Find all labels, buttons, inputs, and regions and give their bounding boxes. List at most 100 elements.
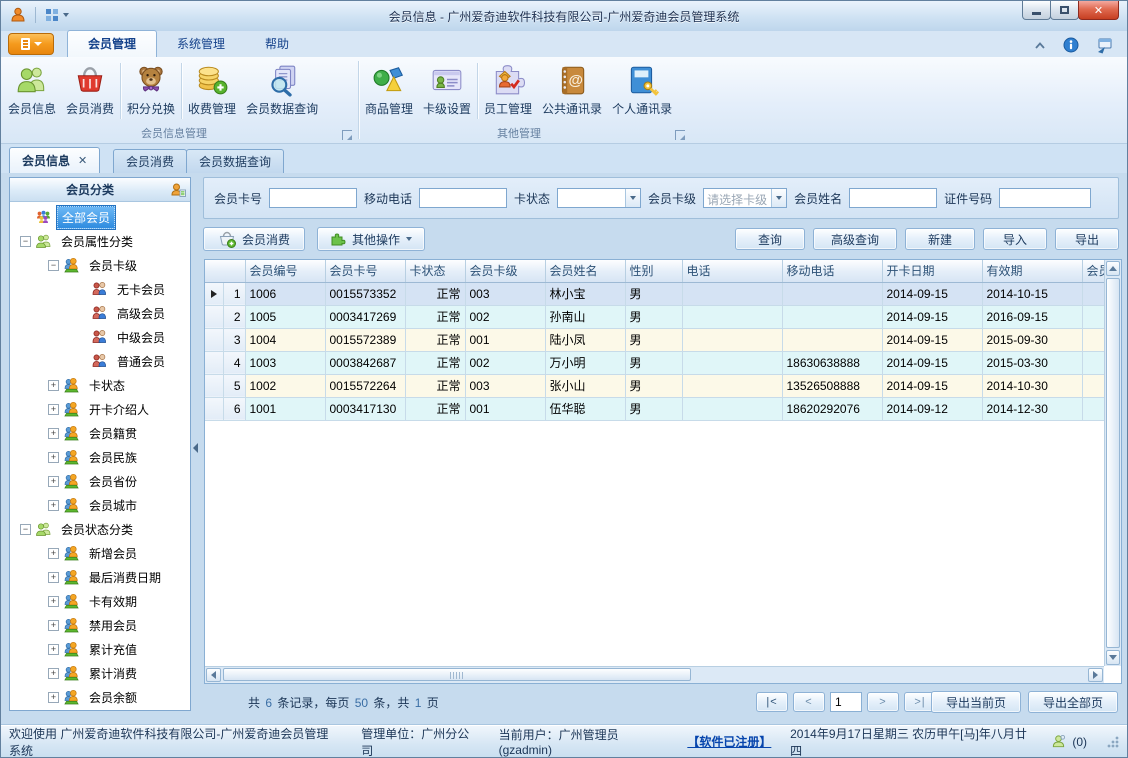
tree-item[interactable]: + 累计消费 <box>10 661 190 685</box>
tree-item[interactable]: 高级会员 <box>10 301 190 325</box>
column-header[interactable]: 电话 <box>682 260 783 283</box>
collapse-node-icon[interactable]: − <box>20 523 31 535</box>
scroll-left-icon[interactable] <box>206 668 221 682</box>
scroll-down-icon[interactable] <box>1106 650 1120 665</box>
column-header[interactable]: 移动电话 <box>782 260 883 283</box>
expand-node-icon[interactable]: + <box>48 451 59 463</box>
expand-node-icon[interactable]: + <box>48 643 59 655</box>
mobile-input[interactable] <box>419 188 508 208</box>
ribbon-tab-member[interactable]: 会员管理 <box>67 30 158 57</box>
column-header[interactable]: 有效期 <box>982 260 1083 283</box>
tree-item[interactable]: + 最后消费日期 <box>10 565 190 589</box>
category-manage-icon[interactable] <box>170 182 186 198</box>
tree-item[interactable]: − 会员状态分类 <box>10 517 190 541</box>
table-row[interactable]: 3 1004 0015572389 正常 001 陆小凤男 2014-09-15 2015-0… <box>205 328 1104 352</box>
table-row[interactable]: 1 1006 0015573352 正常 003 林小宝男 2014-09-15 2014-1… <box>205 282 1104 306</box>
info-icon[interactable] <box>1063 37 1079 53</box>
expand-node-icon[interactable]: + <box>48 571 59 583</box>
dialog-launcher-icon[interactable] <box>342 130 352 140</box>
doc-tab-member-data-query[interactable]: 会员数据查询 <box>186 149 285 173</box>
column-header[interactable]: 会员姓名 <box>545 260 626 283</box>
expand-node-icon[interactable]: + <box>48 403 59 415</box>
dialog-launcher-icon[interactable] <box>675 130 685 140</box>
tree-item[interactable]: + 卡有效期 <box>10 589 190 613</box>
table-row[interactable]: 5 1002 0015572264 正常 003 张小山男 13526508888 2014-… <box>205 374 1104 398</box>
ribbon-button-member-consume[interactable]: 会员消费 <box>61 59 119 123</box>
column-header[interactable]: 会员 <box>1082 260 1104 283</box>
collapse-ribbon-icon[interactable] <box>1033 39 1047 51</box>
tree-item[interactable]: + 禁用会员 <box>10 613 190 637</box>
expand-node-icon[interactable]: + <box>48 379 59 391</box>
tree-item[interactable]: 无卡会员 <box>10 277 190 301</box>
ribbon-tab-system[interactable]: 系统管理 <box>157 31 245 57</box>
column-header[interactable]: 会员卡级 <box>465 260 546 283</box>
tree-item[interactable]: + 会员民族 <box>10 445 190 469</box>
tree-item[interactable]: + 会员余额 <box>10 685 190 709</box>
ribbon-tab-help[interactable]: 帮助 <box>245 31 309 57</box>
table-row[interactable]: 2 1005 0003417269 正常 002 孙南山男 2014-09-15 2016-0… <box>205 305 1104 329</box>
expand-node-icon[interactable]: + <box>48 691 59 703</box>
advanced-query-button[interactable]: 高级查询 <box>813 228 897 250</box>
expand-node-icon[interactable]: + <box>48 595 59 607</box>
import-button[interactable]: 导入 <box>983 228 1047 250</box>
export-current-page-button[interactable]: 导出当前页 <box>930 691 1021 713</box>
column-header[interactable]: 性别 <box>625 260 683 283</box>
ribbon-button-fee-management[interactable]: 收费管理 <box>183 59 241 123</box>
expand-node-icon[interactable]: + <box>48 427 59 439</box>
tree-item[interactable]: − 会员属性分类 <box>10 229 190 253</box>
doc-tab-member-consume[interactable]: 会员消费 <box>113 149 188 173</box>
column-header[interactable]: 卡状态 <box>405 260 466 283</box>
column-header[interactable]: 开卡日期 <box>882 260 983 283</box>
tree-item[interactable]: + 开卡介绍人 <box>10 397 190 421</box>
tree-item[interactable]: 普通会员 <box>10 349 190 373</box>
card-level-select[interactable]: 请选择卡级 <box>703 188 788 208</box>
column-header[interactable]: 会员编号 <box>245 260 326 283</box>
scroll-up-icon[interactable] <box>1106 261 1120 276</box>
resize-grip[interactable] <box>1107 735 1119 748</box>
tree-item[interactable]: 中级会员 <box>10 325 190 349</box>
query-button[interactable]: 查询 <box>735 228 805 250</box>
vertical-scroll-thumb[interactable] <box>1106 278 1120 648</box>
ribbon-button-staff-management[interactable]: 员工管理 <box>479 59 537 123</box>
ribbon-button-card-level-settings[interactable]: 卡级设置 <box>418 59 476 123</box>
tree-item[interactable]: + 新增会员 <box>10 541 190 565</box>
page-number-input[interactable] <box>830 692 862 712</box>
member-name-input[interactable] <box>849 188 938 208</box>
expand-node-icon[interactable]: + <box>48 547 59 559</box>
first-page-button[interactable]: |< <box>756 692 788 712</box>
expand-node-icon[interactable]: + <box>48 619 59 631</box>
ribbon-button-member-data-query[interactable]: 会员数据查询 <box>241 59 323 123</box>
tree-item[interactable]: 全部会员 <box>10 204 190 230</box>
prev-page-button[interactable]: < <box>793 692 825 712</box>
tree-item[interactable]: + 会员城市 <box>10 493 190 517</box>
expand-node-icon[interactable]: + <box>48 499 59 511</box>
close-button[interactable]: ✕ <box>1078 1 1119 20</box>
minimize-button[interactable] <box>1022 1 1051 20</box>
table-row[interactable]: 6 1001 0003417130 正常 001 伍华聪男 18620292076 2014-… <box>205 397 1104 421</box>
next-page-button[interactable]: > <box>867 692 899 712</box>
tree-item[interactable]: + 卡状态 <box>10 373 190 397</box>
new-button[interactable]: 新建 <box>905 228 975 250</box>
scroll-right-icon[interactable] <box>1088 668 1103 682</box>
column-header[interactable]: 会员卡号 <box>325 260 406 283</box>
doc-tab-member-info[interactable]: 会员信息 ✕ <box>9 147 101 173</box>
dropdown-icon[interactable] <box>625 189 641 207</box>
splitter-collapse-icon[interactable] <box>193 443 198 453</box>
tree-item[interactable]: − 会员卡级 <box>10 253 190 277</box>
vertical-scrollbar[interactable] <box>1104 260 1121 666</box>
id-no-input[interactable] <box>999 188 1092 208</box>
card-state-select[interactable] <box>557 188 642 208</box>
ribbon-button-personal-contacts[interactable]: 个人通讯录 <box>607 59 677 123</box>
collapse-node-icon[interactable]: − <box>20 235 31 247</box>
export-all-pages-button[interactable]: 导出全部页 <box>1027 691 1118 713</box>
card-no-input[interactable] <box>269 188 358 208</box>
ribbon-button-points-exchange[interactable]: 积分兑换 <box>122 59 180 123</box>
table-row[interactable]: 4 1003 0003842687 正常 002 万小明男 18630638888 2014-… <box>205 351 1104 375</box>
tree-item[interactable]: + 会员籍贯 <box>10 421 190 445</box>
tab-close-icon[interactable]: ✕ <box>78 154 87 167</box>
horizontal-scroll-thumb[interactable] <box>223 668 691 681</box>
expand-node-icon[interactable]: + <box>48 475 59 487</box>
other-operations-button[interactable]: 其他操作 <box>317 227 425 251</box>
license-status-link[interactable]: 【软件已注册】 <box>687 733 771 750</box>
tree-item[interactable]: + 会员省份 <box>10 469 190 493</box>
